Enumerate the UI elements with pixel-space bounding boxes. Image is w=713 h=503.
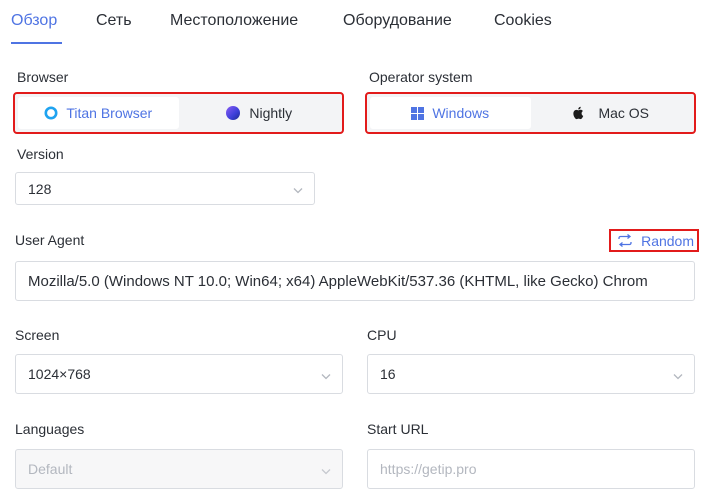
chevron-down-icon [320,369,332,381]
chevron-down-icon [292,183,304,195]
tab-network[interactable]: Сеть [96,12,132,30]
cpu-value: 16 [380,366,396,382]
tab-overview[interactable]: Обзор [11,12,57,30]
cpu-select[interactable]: 16 [367,354,695,394]
windows-icon [411,106,425,120]
tab-cookies[interactable]: Cookies [494,12,552,30]
browser-selector: Titan Browser Nightly [13,92,344,134]
random-button-label: Random [641,232,694,249]
tab-bar: Обзор Сеть Местоположение Оборудование C… [0,0,713,46]
os-selector: Windows Mac OS [365,92,696,134]
user-agent-input[interactable] [15,261,695,301]
browser-option-titan[interactable]: Titan Browser [18,97,179,129]
os-option-macos[interactable]: Mac OS [531,97,692,129]
version-value: 128 [28,180,52,197]
user-agent-label: User Agent [15,232,85,248]
titan-browser-icon [44,106,58,120]
cpu-label: CPU [367,327,397,343]
screen-select[interactable]: 1024×768 [15,354,343,394]
os-option-label: Mac OS [598,105,650,121]
tab-location[interactable]: Местоположение [170,12,298,30]
chevron-down-icon [320,464,332,476]
browser-option-label: Nightly [249,105,293,121]
os-option-label: Windows [432,105,490,121]
tab-hardware[interactable]: Оборудование [343,12,452,30]
screen-value: 1024×768 [28,366,91,382]
screen-label: Screen [15,327,60,343]
chevron-down-icon [672,369,684,381]
version-label: Version [17,146,64,162]
version-select[interactable]: 128 [15,172,315,205]
os-label: Operator system [369,69,473,85]
apple-icon [572,106,584,120]
languages-select[interactable]: Default [15,449,343,489]
random-user-agent-button[interactable]: Random [609,229,699,252]
browser-option-nightly[interactable]: Nightly [179,97,340,129]
languages-label: Languages [15,421,85,437]
nightly-icon [225,105,241,121]
languages-value: Default [28,461,73,477]
start-url-input[interactable] [367,449,695,489]
shuffle-icon [618,234,632,247]
os-option-windows[interactable]: Windows [370,97,531,129]
start-url-label: Start URL [367,421,429,437]
browser-label: Browser [17,69,69,85]
browser-option-label: Titan Browser [66,105,153,121]
active-tab-indicator [11,42,62,44]
